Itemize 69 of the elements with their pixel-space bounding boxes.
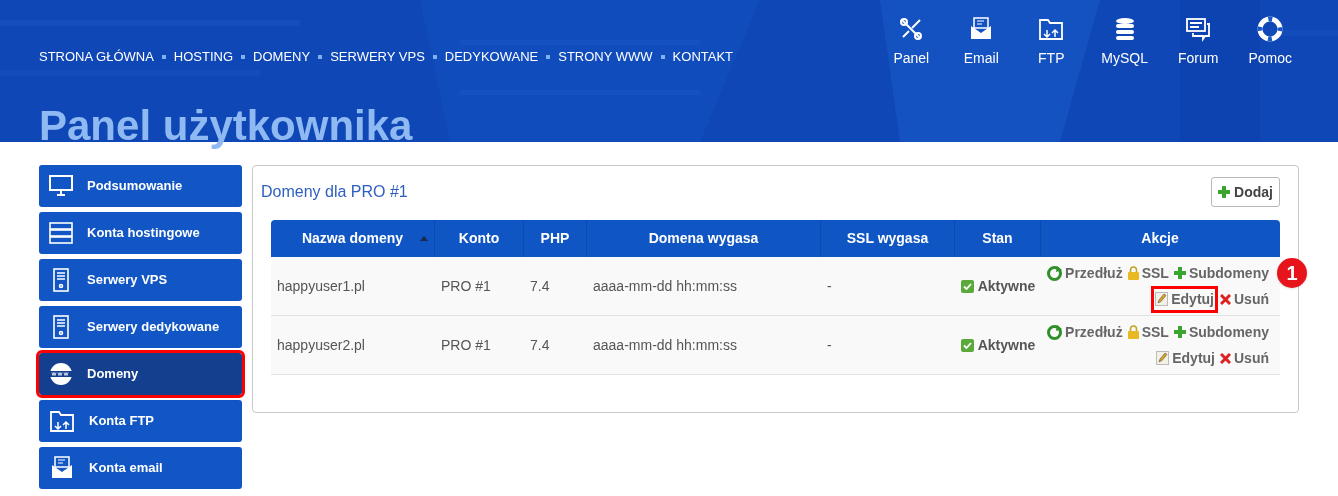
checkbox-icon (960, 279, 974, 293)
status-text: Aktywne (977, 276, 1036, 296)
table-cell-text: - (826, 276, 833, 296)
monitor-icon (49, 175, 73, 197)
shortcut-link[interactable]: MySQL (1101, 16, 1148, 69)
page-title: Panel użytkownika (39, 101, 413, 151)
table-cell-text: 7.4 (529, 335, 551, 355)
tools-icon (898, 16, 925, 42)
table-cell-text: PRO #1 (440, 335, 492, 355)
folder-icon (1038, 16, 1065, 42)
table-cell-text: - (826, 335, 833, 355)
edit-link[interactable]: Edytuj (1154, 288, 1215, 310)
column-header[interactable]: Akcje (1041, 220, 1279, 257)
nav-link[interactable]: STRONA GŁÓWNA (39, 47, 154, 67)
pencil-icon (1156, 351, 1170, 365)
close-icon (1220, 293, 1231, 305)
folder-icon (49, 408, 75, 434)
renew-link[interactable]: Przedłuż (1047, 262, 1123, 284)
step-badge: 1 (1277, 258, 1307, 288)
status-text: Aktywne (977, 335, 1036, 355)
panel-title: Domeny dla PRO #1 (261, 182, 408, 202)
nav-link[interactable]: KONTAKT (672, 47, 734, 67)
refresh-icon (1047, 324, 1063, 340)
padlock-icon (1127, 325, 1139, 339)
delete-link[interactable]: Usuń (1220, 347, 1269, 369)
plus-icon (1218, 186, 1231, 198)
shortcut-link[interactable]: FTP (1031, 16, 1072, 69)
sidebar-item[interactable]: Podsumowanie (39, 165, 242, 207)
sidebar-item[interactable]: Serwery VPS (39, 259, 242, 301)
table-cell-text: 7.4 (529, 276, 551, 296)
shortcut-link[interactable]: Pomoc (1248, 16, 1292, 69)
close-icon (1220, 352, 1231, 364)
table-cell-text: PRO #1 (440, 276, 492, 296)
renew-link[interactable]: Przedłuż (1047, 321, 1123, 343)
lifebuoy-icon (1257, 16, 1284, 42)
ssl-link[interactable]: SSL (1127, 321, 1169, 343)
pencil-icon (1155, 292, 1169, 306)
subdomains-link[interactable]: Subdomeny (1173, 262, 1269, 284)
table-cell-text: aaaa-mm-dd hh:mm:ss (592, 335, 738, 355)
sidebar-item[interactable]: Konta FTP (39, 400, 242, 442)
nav-link[interactable]: STRONY WWW (558, 47, 653, 67)
padlock-icon (1127, 266, 1139, 280)
sidebar-item[interactable]: Domeny (39, 353, 242, 395)
nav-link[interactable]: DOMENY (253, 47, 311, 67)
plus-icon (1173, 326, 1186, 338)
table-cell-text: happyuser1.pl (276, 276, 366, 296)
globe-icon (49, 362, 73, 386)
envelope-icon (49, 455, 75, 481)
shortcut-link[interactable]: Email (961, 16, 1002, 69)
nav-link[interactable]: HOSTING (173, 47, 234, 67)
nav-link[interactable]: SERWERY VPS (330, 47, 425, 67)
add-button[interactable]: Dodaj (1211, 177, 1280, 207)
table-cell-text: aaaa-mm-dd hh:mm:ss (592, 276, 738, 296)
sidebar-item[interactable]: Konta hostingowe (39, 212, 242, 254)
checkbox-icon (960, 338, 974, 352)
plus-icon (1173, 267, 1186, 279)
sidebar-item[interactable]: Konta email (39, 447, 242, 489)
ssl-link[interactable]: SSL (1127, 262, 1169, 284)
refresh-icon (1047, 265, 1063, 281)
subdomains-link[interactable]: Subdomeny (1173, 321, 1269, 343)
chat-icon (1185, 16, 1212, 42)
server-rack-icon (49, 222, 73, 244)
shortcut-link[interactable]: Panel (891, 16, 932, 69)
shortcut-link[interactable]: Forum (1177, 16, 1219, 69)
delete-link[interactable]: Usuń (1220, 288, 1269, 310)
sidebar-item[interactable]: Serwery dedykowane (39, 306, 242, 348)
nav-link[interactable]: DEDYKOWANE (444, 47, 539, 67)
table-cell-text: happyuser2.pl (276, 335, 366, 355)
edit-link[interactable]: Edytuj (1156, 347, 1215, 369)
